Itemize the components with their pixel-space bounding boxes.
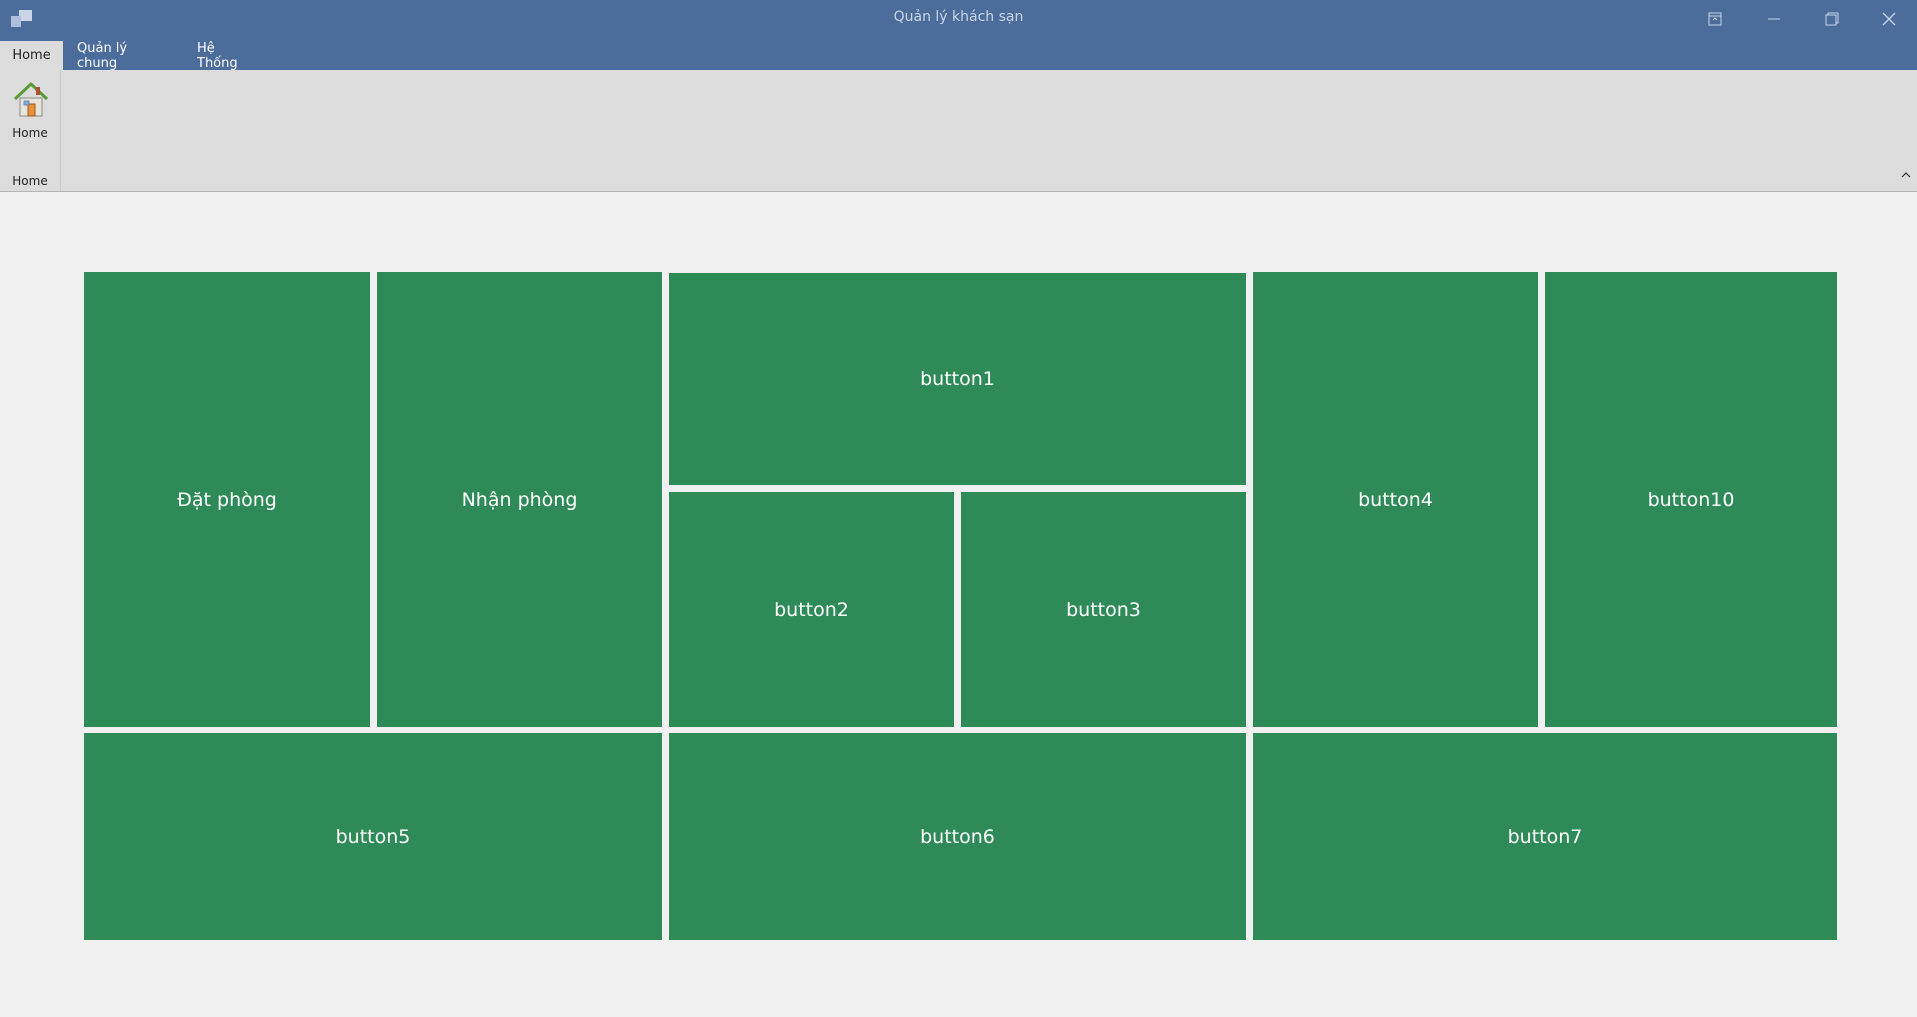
ribbon-options-icon [1708,12,1722,26]
dat-phong-button[interactable]: Đặt phòng [84,272,370,727]
minimize-icon [1768,18,1780,20]
window-title: Quản lý khách sạn [893,9,1024,25]
home-ribbon-button[interactable]: Home [4,78,56,148]
close-icon [1882,12,1896,26]
button1[interactable]: button1 [669,273,1246,485]
button7[interactable]: button7 [1253,733,1837,940]
button3[interactable]: button3 [961,492,1246,727]
ribbon-display-options-button[interactable] [1687,0,1743,38]
main-content: Đặt phòng Nhận phòng button1 button2 but… [0,192,1917,1017]
home-ribbon-button-label: Home [12,126,48,140]
tab-he-thong[interactable]: Hệ Thống [183,41,273,71]
ribbon-tab-bar: Home Quản lý chung Hệ Thống [0,38,1917,71]
collapse-ribbon-icon[interactable] [1899,168,1913,182]
nhan-phong-button[interactable]: Nhận phòng [377,272,662,727]
restore-icon [1825,12,1839,26]
button4[interactable]: button4 [1253,272,1538,727]
button2[interactable]: button2 [669,492,954,727]
home-icon [13,82,49,117]
button10[interactable]: button10 [1545,272,1837,727]
tab-quan-ly-chung[interactable]: Quản lý chung [63,41,183,71]
ribbon-panel: Home Home [0,70,1917,192]
button5[interactable]: button5 [84,733,662,940]
close-button[interactable] [1861,0,1917,38]
restore-button[interactable] [1804,0,1860,38]
tab-home[interactable]: Home [0,41,63,70]
minimize-button[interactable] [1746,0,1802,38]
button6[interactable]: button6 [669,733,1246,940]
ribbon-group-home: Home Home [0,70,61,191]
ribbon-group-label: Home [12,174,48,188]
title-bar: Quản lý khách sạn [0,0,1917,38]
